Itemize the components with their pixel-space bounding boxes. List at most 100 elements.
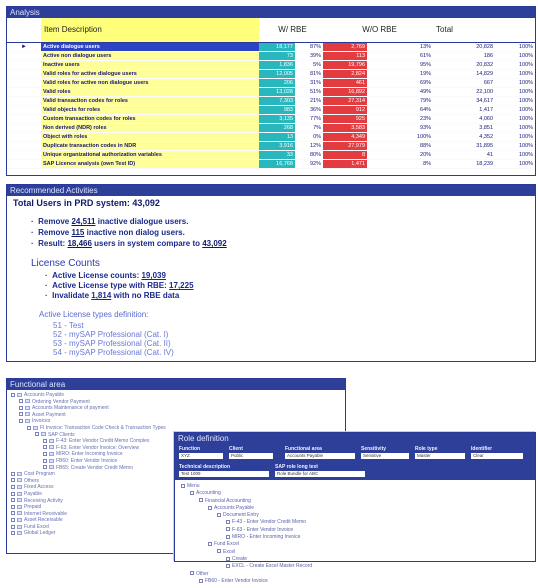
table-row[interactable]: ► Active dialogue users 18,177 87% 2,769 13% 2… xyxy=(7,42,536,52)
tree-node[interactable]: Accounts Maintenance of payment xyxy=(11,405,341,412)
tree-node-label: Internet Receivable xyxy=(24,510,68,517)
role-tree-node[interactable]: Document Entry xyxy=(181,512,529,519)
expand-toggle-icon[interactable] xyxy=(226,556,230,561)
folder-icon xyxy=(17,392,22,397)
cell-wrp: 80% xyxy=(295,150,324,160)
expand-toggle-icon[interactable] xyxy=(43,458,47,463)
tree-node[interactable]: Accounts Payable xyxy=(11,392,341,399)
expand-toggle-icon[interactable] xyxy=(217,549,221,554)
expand-toggle-icon[interactable] xyxy=(11,491,15,496)
table-row[interactable]: SAP Licence analysis (own Test ID) 16,768… xyxy=(7,159,536,169)
expand-toggle-icon[interactable] xyxy=(11,504,15,509)
field-technical-description[interactable]: Technical description Test 1009 xyxy=(179,464,269,477)
role-tree-node[interactable]: F-43 - Enter Vendor Credit Memo xyxy=(181,519,529,526)
folder-icon xyxy=(49,465,54,470)
cell-wrp: 92% xyxy=(295,159,324,169)
expand-toggle-icon[interactable] xyxy=(43,465,47,470)
header-total[interactable]: Total xyxy=(433,18,536,43)
cell-wr: 13 xyxy=(259,132,295,142)
expand-toggle-icon[interactable] xyxy=(208,542,212,547)
expand-toggle-icon[interactable] xyxy=(226,527,230,532)
expand-toggle-icon[interactable] xyxy=(19,412,23,417)
expand-toggle-icon[interactable] xyxy=(27,425,31,430)
tree-node[interactable]: Asset Payment xyxy=(11,412,341,419)
expand-toggle-icon[interactable] xyxy=(226,520,230,525)
table-row[interactable]: Object with roles 13 0% 4,349 100% 4,352 100% xyxy=(7,132,536,142)
table-row[interactable]: Valid roles for active dialogue users 12,… xyxy=(7,69,536,79)
cell-tot: 4,352 xyxy=(433,132,496,142)
expand-toggle-icon[interactable] xyxy=(43,445,47,450)
role-tree-node[interactable]: F-63 - Enter Vendor Invoice xyxy=(181,527,529,534)
table-row[interactable]: Valid objects for roles 983 36% 912 64% 1,417… xyxy=(7,105,536,115)
cell-worp: 95% xyxy=(367,60,434,70)
expand-toggle-icon[interactable] xyxy=(11,478,15,483)
cell-tot: 31,895 xyxy=(433,141,496,151)
expand-toggle-icon[interactable] xyxy=(19,419,23,424)
role-tree-node[interactable]: FB60 - Enter Vendor Invoice xyxy=(181,578,529,585)
field-function[interactable]: Function XYZ xyxy=(179,446,223,459)
field-role-long-text[interactable]: SAP role long text Role Bundle for ABC xyxy=(275,464,365,477)
expand-toggle-icon[interactable] xyxy=(19,399,23,404)
expand-toggle-icon[interactable] xyxy=(19,405,23,410)
table-row[interactable]: Valid transaction codes for roles 7,303 21… xyxy=(7,96,536,106)
table-row[interactable]: Active non dialogue users 73 39% 113 61% 186 1… xyxy=(7,51,536,61)
role-tree-node[interactable]: Menu xyxy=(181,483,529,490)
role-tree-node[interactable]: Accounting xyxy=(181,490,529,497)
role-tree-node[interactable]: Excel xyxy=(181,549,529,556)
expand-toggle-icon[interactable] xyxy=(11,392,15,397)
header-without-rbe[interactable]: W/O RBE xyxy=(323,18,434,43)
tree-node[interactable]: Invoices xyxy=(11,418,341,425)
table-row[interactable]: Inactive users 1,836 5% 19,796 95% 20,832 100% xyxy=(7,60,536,70)
cell-desc: Valid roles xyxy=(41,87,259,97)
table-row[interactable]: Custom transaction codes for roles 3,135 7… xyxy=(7,114,536,124)
role-tree-node[interactable]: Fund Excel xyxy=(181,541,529,548)
expand-toggle-icon[interactable] xyxy=(11,511,15,516)
role-tree-node[interactable]: EXCL - Create Excel Master Record xyxy=(181,563,529,570)
expand-toggle-icon[interactable] xyxy=(35,432,39,437)
expand-toggle-icon[interactable] xyxy=(43,438,47,443)
expand-toggle-icon[interactable] xyxy=(11,524,15,529)
expand-toggle-icon[interactable] xyxy=(43,452,47,457)
role-tree-node[interactable]: Other xyxy=(181,571,529,578)
field-sensitivity[interactable]: Sensitivity Sensitive xyxy=(361,446,409,459)
tree-node[interactable]: Ordering Vendor Payment xyxy=(11,399,341,406)
tree-node-label: Cost Program xyxy=(24,471,55,478)
cell-worp: 100% xyxy=(367,132,434,142)
expand-toggle-icon[interactable] xyxy=(217,512,221,517)
expand-toggle-icon[interactable] xyxy=(226,534,230,539)
tree-node[interactable]: FI Invoice: Transaction Code Check & Tra… xyxy=(11,425,341,432)
row-selector-icon xyxy=(7,159,41,169)
expand-toggle-icon[interactable] xyxy=(181,483,185,488)
expand-toggle-icon[interactable] xyxy=(190,571,194,576)
cell-totp: 100% xyxy=(495,69,536,79)
cell-wor: 925 xyxy=(323,114,368,124)
table-row[interactable]: Duplicate transaction codes in NDR 3,916 1… xyxy=(7,141,536,151)
field-role-type[interactable]: Role type Master xyxy=(415,446,465,459)
table-row[interactable]: Valid roles 13,028 51% 16,892 49% 22,100 100% xyxy=(7,87,536,97)
expand-toggle-icon[interactable] xyxy=(208,505,212,510)
expand-toggle-icon[interactable] xyxy=(190,490,194,495)
role-tree-node[interactable]: Financial Accounting xyxy=(181,498,529,505)
table-row[interactable]: Unique organizational authorization vari… xyxy=(7,150,536,160)
field-identifier[interactable]: Identifier Clear xyxy=(471,446,523,459)
expand-toggle-icon[interactable] xyxy=(11,471,15,476)
field-functional-area[interactable]: Functional area Accounts Payable xyxy=(285,446,355,459)
role-tree-node[interactable]: MIRO - Enter Incoming Invoice xyxy=(181,534,529,541)
expand-toggle-icon[interactable] xyxy=(11,484,15,489)
field-client[interactable]: Client Public xyxy=(229,446,273,459)
header-item-description[interactable]: Item Description xyxy=(41,18,259,43)
expand-toggle-icon[interactable] xyxy=(11,517,15,522)
role-tree-label: MIRO - Enter Incoming Invoice xyxy=(232,534,301,541)
expand-toggle-icon[interactable] xyxy=(199,498,203,503)
expand-toggle-icon[interactable] xyxy=(11,531,15,536)
expand-toggle-icon[interactable] xyxy=(11,498,15,503)
cell-wrp: 36% xyxy=(295,105,324,115)
table-row[interactable]: Valid roles for active non dialogue user… xyxy=(7,78,536,88)
header-with-rbe[interactable]: W/ RBE xyxy=(259,18,324,43)
role-tree-node[interactable]: Accounts Payable xyxy=(181,505,529,512)
role-tree-node[interactable]: Create xyxy=(181,556,529,563)
expand-toggle-icon[interactable] xyxy=(199,578,203,583)
row-selector-icon xyxy=(7,51,41,61)
role-tree-label: Other xyxy=(196,570,209,577)
table-row[interactable]: Non derived (NDR) roles 268 7% 3,583 93% 3,85… xyxy=(7,123,536,133)
